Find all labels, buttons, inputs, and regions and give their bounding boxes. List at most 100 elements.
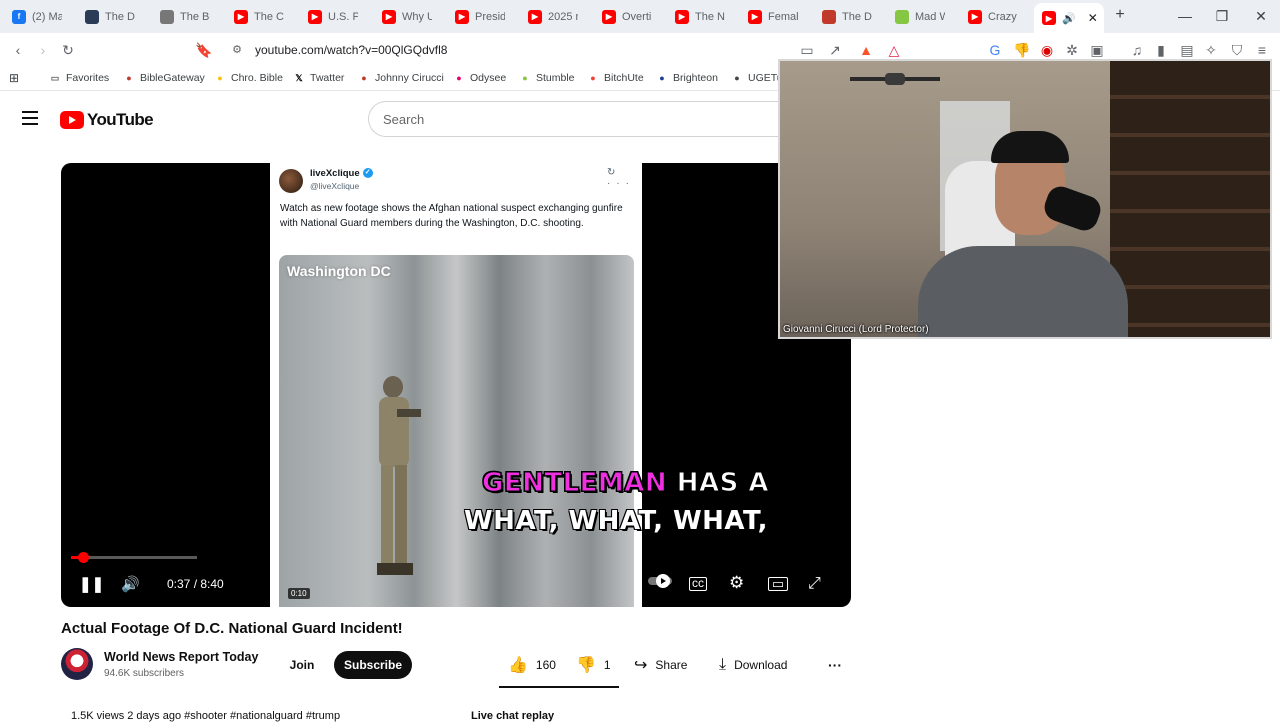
video-title: Actual Footage Of D.C. National Guard In… — [61, 620, 403, 637]
bookmark-item[interactable]: ● Johnny Cirucci — [358, 72, 444, 84]
site-settings-icon[interactable]: ⚙ — [228, 42, 246, 58]
caption-line-2: WHAT, WHAT, WHAT, — [464, 506, 768, 536]
closed-captions-icon[interactable]: cc — [689, 577, 707, 591]
browser-tab[interactable]: ▶ Why U — [382, 4, 450, 29]
browser-tab[interactable]: f (2) Mal — [12, 4, 80, 29]
brave-shields-icon[interactable]: ▲ — [857, 42, 875, 58]
channel-avatar[interactable] — [61, 648, 93, 680]
menu-icon[interactable]: ≡ — [1253, 42, 1271, 58]
active-tab[interactable]: ▶ 🔊 ✕ — [1034, 3, 1104, 33]
browser-tab-strip: f (2) Mal The De The Bor ▶ The Co ▶ U.S. Pi ▶ Why… — [0, 0, 1280, 33]
progress-bar[interactable] — [71, 552, 197, 563]
download-button[interactable]: ⤓ Download — [719, 651, 787, 679]
bookmark-item[interactable]: ● Stumble — [519, 72, 574, 84]
youtube-play-icon — [60, 111, 84, 129]
bookmark-item[interactable]: ● BitchUte — [587, 72, 644, 84]
pause-icon[interactable]: ❚❚ — [79, 575, 104, 593]
channel-name[interactable]: World News Report Today — [104, 650, 258, 664]
biblegateway-icon: ● — [126, 73, 132, 83]
media-extension-icon[interactable]: ◉ — [1038, 42, 1056, 58]
browser-tab[interactable]: The Bor — [160, 4, 228, 29]
miniplayer-icon[interactable]: ▭ — [768, 577, 788, 591]
browser-tab-title: Mad W — [915, 10, 945, 23]
join-button[interactable]: Join — [280, 651, 324, 679]
browser-tab-title: The D. — [842, 10, 872, 23]
browser-tab[interactable]: ▶ Crazy C — [968, 4, 1036, 29]
bookmark-label: Favorites — [66, 72, 110, 84]
reload-icon[interactable]: ↻ — [59, 42, 77, 58]
browser-tab[interactable]: The De — [85, 4, 153, 29]
restore-button[interactable]: ❐ — [1212, 8, 1232, 25]
wallet-icon[interactable]: ▤ — [1178, 42, 1196, 58]
dislike-extension-icon[interactable]: 👎 — [1013, 42, 1031, 58]
volume-icon[interactable]: 🔊 — [121, 575, 140, 593]
more-actions-button[interactable]: ··· — [828, 651, 842, 679]
bookmark-item[interactable]: ● Odysee — [453, 72, 506, 84]
browser-tab[interactable]: ▶ 2025 n — [528, 4, 596, 29]
tweet-video-frame: Washington DC 0:10 — [279, 255, 634, 607]
leo-ai-icon[interactable]: ✧ — [1202, 42, 1220, 58]
youtube-icon: ▶ — [748, 9, 762, 24]
fullscreen-icon[interactable]: ⤢ — [808, 575, 821, 593]
brave-rewards-icon[interactable]: △ — [885, 42, 903, 58]
search-input[interactable]: Search — [368, 101, 788, 137]
share-button[interactable]: ↪ Share — [634, 651, 687, 679]
address-bar[interactable]: youtube.com/watch?v=00QlGQdvfl8 — [255, 43, 447, 57]
bookmark-item[interactable]: 𝕏 Twatter — [293, 72, 344, 84]
bookmark-item[interactable]: ● BibleGateway — [123, 72, 205, 84]
browser-tab[interactable]: ▶ Overtin — [602, 4, 670, 29]
dislike-button[interactable]: 👎 1 — [576, 651, 611, 679]
subscribe-button[interactable]: Subscribe — [334, 651, 412, 679]
cast-icon[interactable]: ▭ — [798, 42, 816, 58]
browser-tab[interactable]: ▶ The NF — [675, 4, 743, 29]
location-label: Washington DC — [287, 263, 391, 279]
share-page-icon[interactable]: ↗ — [826, 42, 844, 58]
settings-gear-icon[interactable]: ⚙ — [729, 573, 744, 593]
new-tab-button[interactable]: + — [1110, 6, 1130, 24]
minimize-button[interactable]: — — [1175, 8, 1195, 24]
youtube-icon: ▶ — [455, 9, 469, 24]
autoplay-toggle-icon[interactable] — [647, 573, 673, 593]
youtube-icon: ▶ — [675, 9, 689, 24]
caption-line-1: GENTLEMAN HAS A — [481, 468, 769, 499]
sidebar-icon[interactable]: ▮ — [1152, 42, 1170, 58]
caption-highlight-word: GENTLEMAN — [481, 468, 668, 499]
back-icon[interactable]: ‹ — [9, 42, 27, 58]
youtube-logo[interactable]: YouTube — [60, 110, 154, 130]
bookmark-item[interactable]: ● Chro. Bible — [214, 72, 283, 84]
rumble-icon — [895, 9, 909, 24]
translate-icon[interactable]: G — [986, 42, 1004, 58]
apps-grid-icon[interactable]: ⊞ — [9, 71, 19, 85]
video-meta-line: 1.5K views 2 days ago #shooter #national… — [71, 710, 341, 722]
audio-playing-icon[interactable]: 🔊 — [1062, 12, 1076, 25]
bookmark-item[interactable]: ● UGETu — [731, 72, 782, 84]
extensions-icon[interactable]: ✲ — [1063, 42, 1081, 58]
browser-tab[interactable]: The D. — [822, 4, 890, 29]
hamburger-menu-icon[interactable] — [22, 111, 38, 125]
browser-tab[interactable]: ▶ The Co — [234, 4, 302, 29]
scrubber-handle[interactable] — [77, 552, 89, 563]
media-controls-icon[interactable]: ♫ — [1128, 42, 1146, 58]
bookmark-label: BitchUte — [604, 72, 644, 84]
like-button[interactable]: 👍 160 — [508, 651, 556, 679]
tweet-text: Watch as new footage shows the Afghan na… — [280, 203, 623, 229]
bookmark-item[interactable]: ● Brighteon — [656, 72, 718, 84]
subscriber-count: 94.6K subscribers — [104, 668, 185, 679]
close-tab-icon[interactable]: ✕ — [1088, 11, 1098, 25]
video-player[interactable]: liveXclique ✓ @liveXclique ↻ ··· Watch as… — [61, 163, 851, 607]
forward-icon[interactable]: › — [34, 42, 52, 58]
live-chat-replay-label[interactable]: Live chat replay — [471, 710, 554, 722]
dislike-count: 1 — [603, 658, 611, 672]
vpn-icon[interactable]: ⛉ — [1228, 42, 1246, 58]
close-window-button[interactable]: ✕ — [1251, 8, 1271, 25]
seal-icon — [85, 9, 99, 24]
browser-tab[interactable]: ▶ Female — [748, 4, 816, 29]
bookmark-item[interactable]: ▭ Favorites — [49, 72, 109, 84]
brighteon-icon: ● — [659, 73, 665, 83]
browser-tab[interactable]: Mad W — [895, 4, 963, 29]
browser-tab[interactable]: ▶ Preside — [455, 4, 523, 29]
browser-tab[interactable]: ▶ U.S. Pi — [308, 4, 376, 29]
bookmark-icon[interactable]: 🔖 — [195, 42, 213, 58]
bookmark-label: Twatter — [310, 72, 345, 84]
screenshot-icon[interactable]: ▣ — [1088, 42, 1106, 58]
